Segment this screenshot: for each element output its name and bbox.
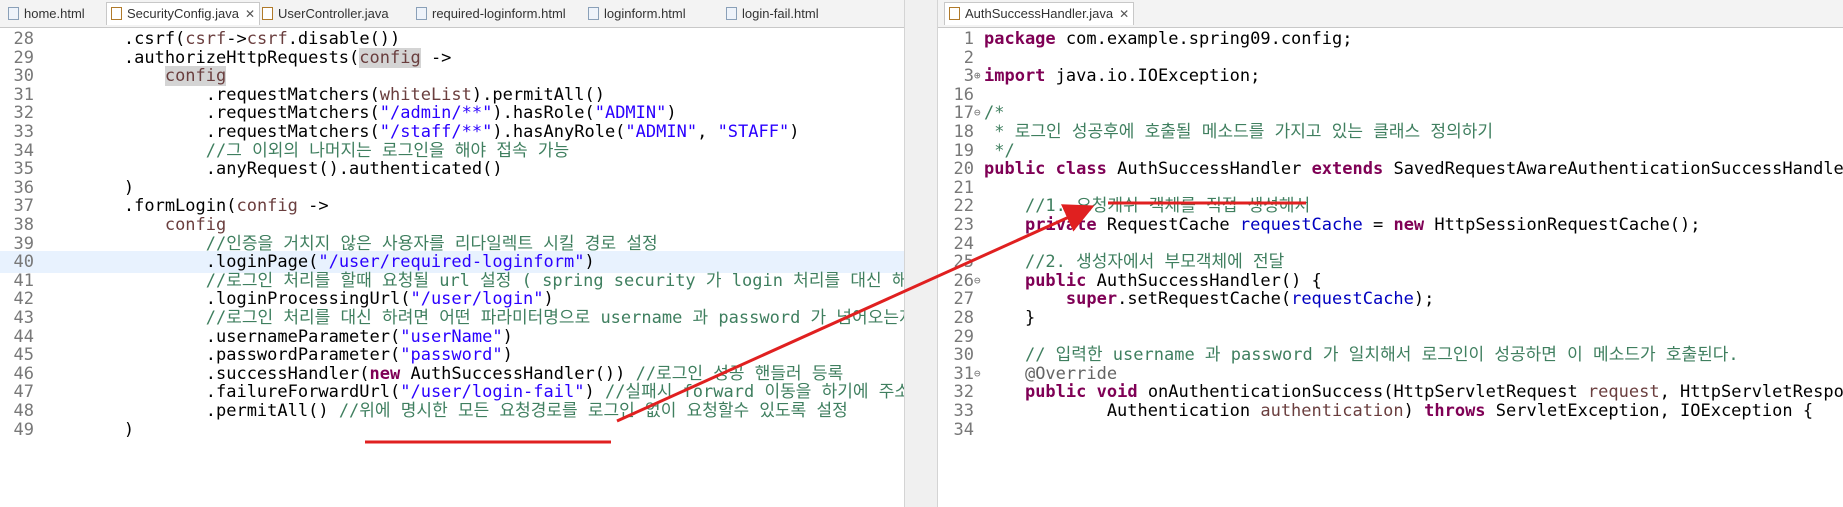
code-text: ) <box>42 419 135 440</box>
tab-label: required-loginform.html <box>432 6 566 21</box>
left-tab-bar: home.html SecurityConfig.java ✕ UserControl… <box>0 0 904 28</box>
tab-label: SecurityConfig.java <box>127 6 239 21</box>
line-number: 34 <box>953 419 974 440</box>
java-file-icon <box>949 7 960 20</box>
tab-home-html[interactable]: home.html <box>8 3 85 25</box>
right-tab-bar: AuthSuccessHandler.java ✕ <box>938 0 1843 28</box>
tab-label: loginform.html <box>604 6 686 21</box>
tab-login-fail-html[interactable]: login-fail.html <box>726 3 819 25</box>
right-code-area[interactable]: 1 package com.example.spring09.config; 2 3 ⊕… <box>938 28 1843 507</box>
tab-required-loginform-html[interactable]: required-loginform.html <box>416 3 566 25</box>
java-file-icon <box>262 7 273 20</box>
html-file-icon <box>588 7 599 20</box>
tab-loginform-html[interactable]: loginform.html <box>588 3 686 25</box>
close-icon[interactable]: ✕ <box>245 7 255 21</box>
tab-securityconfig-java[interactable]: SecurityConfig.java ✕ <box>106 2 261 25</box>
close-icon[interactable]: ✕ <box>1119 7 1129 21</box>
html-file-icon <box>726 7 737 20</box>
tab-authsuccesshandler-java[interactable]: AuthSuccessHandler.java ✕ <box>944 2 1135 25</box>
code-line[interactable]: 34 <box>938 419 1843 441</box>
tab-label: home.html <box>24 6 85 21</box>
java-file-icon <box>111 7 122 20</box>
html-file-icon <box>8 7 19 20</box>
tab-label: UserController.java <box>278 6 389 21</box>
tab-label: login-fail.html <box>742 6 819 21</box>
html-file-icon <box>416 7 427 20</box>
left-code-area[interactable]: 28 .csrf(csrf->csrf.disable()) 29 .author… <box>0 28 904 507</box>
right-editor-pane: AuthSuccessHandler.java ✕ 1 package com.ex… <box>938 0 1843 507</box>
code-line[interactable]: 49 ) <box>0 419 904 441</box>
line-number: 49 <box>13 419 34 440</box>
editor-divider[interactable] <box>904 0 938 507</box>
left-editor-pane: home.html SecurityConfig.java ✕ UserControl… <box>0 0 904 507</box>
tab-usercontroller-java[interactable]: UserController.java <box>262 3 389 25</box>
tab-label: AuthSuccessHandler.java <box>965 6 1114 21</box>
